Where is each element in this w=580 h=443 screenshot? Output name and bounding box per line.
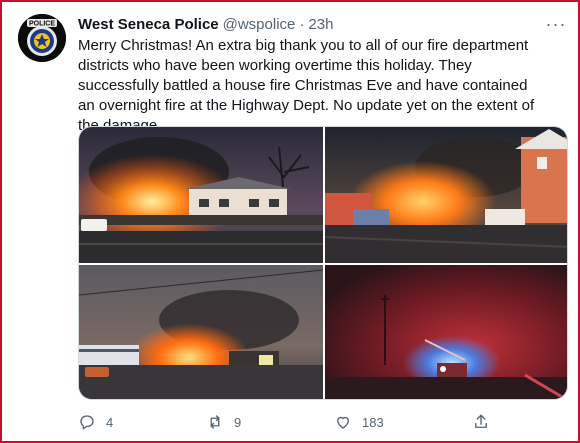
photo-image	[79, 265, 323, 399]
photo-image	[325, 265, 567, 399]
user-handle[interactable]: @wspolice	[223, 16, 296, 33]
street-fire-photo[interactable]	[325, 127, 567, 263]
more-options-button[interactable]: ···	[544, 12, 568, 36]
like-count: 183	[362, 414, 384, 430]
reply-button[interactable]: 4	[78, 413, 113, 431]
retweet-count: 9	[234, 414, 242, 430]
highway-dept-fire-photo[interactable]	[79, 265, 323, 399]
timestamp[interactable]: 23h	[308, 16, 333, 33]
photo-image	[79, 127, 323, 263]
fire-truck-night-photo[interactable]	[325, 265, 567, 399]
reply-count: 4	[106, 414, 114, 430]
like-button[interactable]: 183	[334, 413, 384, 431]
more-icon: ···	[545, 13, 567, 34]
badge-text: POLICE	[29, 21, 55, 28]
share-icon	[475, 414, 487, 428]
retweet-button[interactable]: 9	[206, 413, 241, 431]
display-name[interactable]: West Seneca Police	[78, 16, 219, 33]
police-badge-icon: POLICE	[18, 14, 66, 62]
reply-icon	[80, 415, 94, 430]
like-icon	[337, 416, 349, 429]
separator-dot: ·	[299, 15, 305, 33]
photo-image	[325, 127, 567, 263]
retweet-icon	[210, 415, 220, 429]
house-fire-photo[interactable]	[79, 127, 323, 263]
tweet-text: Merry Christmas! An extra big thank you …	[78, 37, 535, 134]
share-button[interactable]	[472, 413, 490, 431]
tweet-actions: 4 9 183	[78, 410, 498, 434]
media-grid	[78, 126, 568, 400]
tweet-header: West Seneca Police @wspolice · 23h	[78, 14, 333, 34]
tweet-card: POLICE West Seneca Police @wspolice · 23…	[0, 0, 580, 443]
avatar[interactable]: POLICE	[18, 14, 66, 62]
